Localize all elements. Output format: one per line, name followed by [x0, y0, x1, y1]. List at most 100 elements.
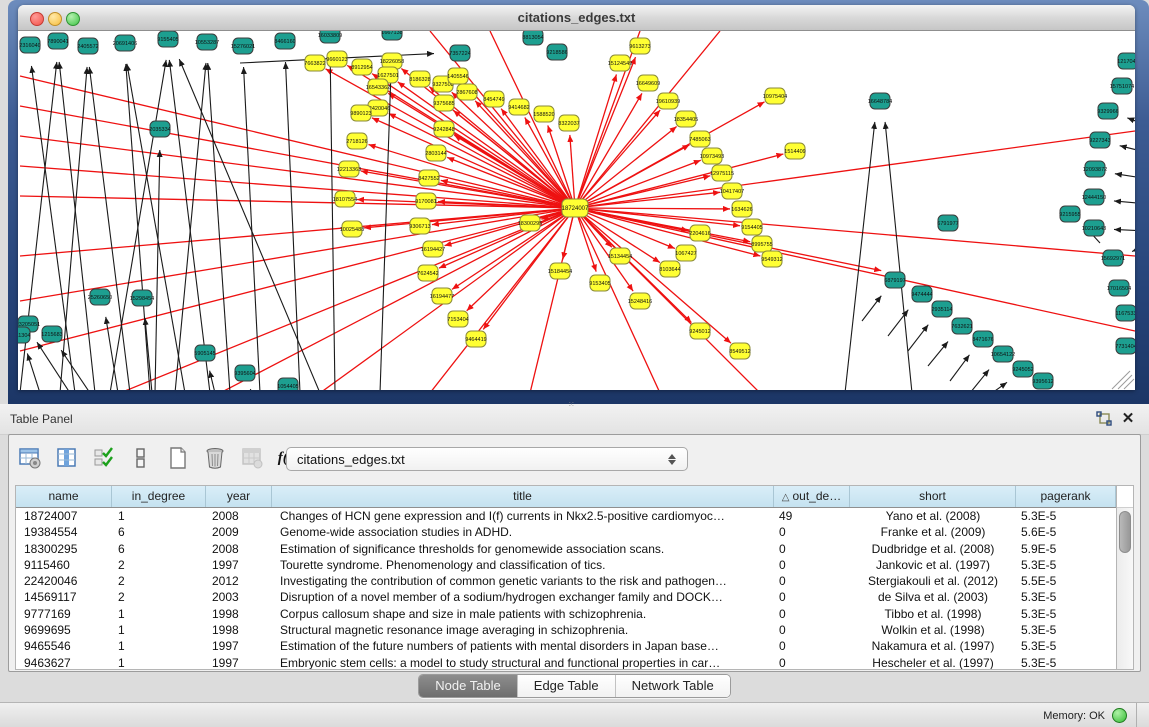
graph-node[interactable]: 25260650 — [88, 289, 112, 305]
citation-edge-red[interactable] — [575, 93, 642, 208]
graph-node[interactable]: 9218586 — [546, 44, 567, 60]
panel-resize-handle[interactable]: ⁙ — [568, 402, 582, 407]
graph-node[interactable]: 12444150 — [1082, 189, 1106, 205]
cell-short[interactable]: Stergiakouli et al. (2012) — [850, 573, 1016, 589]
graph-node[interactable]: 18724007 — [562, 199, 589, 217]
graph-node[interactable]: 9549312 — [761, 251, 782, 267]
citation-edge-black[interactable] — [950, 355, 969, 381]
citation-edge-black[interactable] — [1115, 174, 1135, 179]
graph-node[interactable]: 15124549 — [608, 55, 632, 71]
table-row[interactable]: 946554611997Estimation of the future num… — [16, 638, 1116, 654]
cell-out_de[interactable]: 0 — [774, 606, 850, 622]
citation-edge-black[interactable] — [928, 342, 948, 366]
citation-edge-red[interactable] — [389, 113, 575, 208]
citation-edge-black[interactable] — [210, 371, 215, 390]
table-row[interactable]: 946362711997Embryonic stem cells: a mode… — [16, 655, 1116, 669]
tab-edge-table[interactable]: Edge Table — [518, 675, 616, 697]
graph-node[interactable]: 9306713 — [409, 218, 430, 234]
delete-column-icon[interactable] — [202, 445, 228, 471]
graph-node[interactable]: 18354405 — [674, 111, 698, 127]
cell-year[interactable]: 1998 — [206, 622, 272, 638]
citation-edge-red[interactable] — [575, 31, 720, 208]
graph-node[interactable]: 15751074 — [1110, 78, 1134, 94]
graph-node[interactable]: 10654122 — [991, 346, 1015, 362]
table-selector-dropdown[interactable]: citations_edges.txt — [286, 447, 688, 471]
cell-in_degree[interactable]: 2 — [112, 589, 206, 605]
citation-edge-black[interactable] — [1132, 244, 1135, 252]
graph-node[interactable]: 1217044 — [1117, 53, 1135, 69]
citation-edge-red[interactable] — [220, 208, 575, 390]
table-row[interactable]: 977716911998Corpus callosum shape and si… — [16, 606, 1116, 622]
delete-table-icon[interactable] — [239, 445, 265, 471]
graph-node[interactable]: 8322037 — [558, 115, 579, 131]
cell-out_de[interactable]: 0 — [774, 573, 850, 589]
cell-short[interactable]: Yano et al. (2008) — [850, 508, 1016, 524]
graph-node[interactable]: 16543362 — [366, 79, 390, 95]
graph-node[interactable]: 1215683 — [41, 326, 62, 342]
graph-node[interactable]: 8466160 — [274, 33, 295, 49]
citation-edge-black[interactable] — [970, 370, 989, 390]
graph-node[interactable]: 16033809 — [318, 31, 342, 43]
cell-in_degree[interactable]: 1 — [112, 606, 206, 622]
graph-node[interactable]: 9153405 — [589, 275, 610, 291]
citation-edge-black[interactable] — [330, 56, 335, 390]
citation-edge-black[interactable] — [862, 296, 881, 321]
cell-out_de[interactable]: 0 — [774, 589, 850, 605]
tab-node-table[interactable]: Node Table — [419, 675, 518, 697]
graph-node[interactable]: 15298454 — [130, 290, 154, 306]
cell-pagerank[interactable]: 5.3E-5 — [1016, 508, 1116, 524]
cell-out_de[interactable]: 0 — [774, 622, 850, 638]
cell-out_de[interactable]: 0 — [774, 638, 850, 654]
graph-node[interactable]: 7153404 — [447, 311, 468, 327]
graph-node[interactable]: 7632621 — [951, 318, 972, 334]
column-header-out_de[interactable]: △out_de… — [774, 486, 850, 507]
graph-node[interactable]: 9395612 — [1032, 373, 1053, 389]
graph-node[interactable]: 12975115 — [710, 165, 734, 181]
citation-edge-red[interactable] — [575, 110, 660, 208]
graph-node[interactable]: 7890041 — [47, 33, 68, 49]
cell-pagerank[interactable]: 5.3E-5 — [1016, 622, 1116, 638]
graph-node[interactable]: 2935114 — [931, 301, 952, 317]
graph-node[interactable]: 9464419 — [465, 331, 486, 347]
graph-node[interactable]: 9154405 — [741, 219, 762, 235]
graph-node[interactable]: 8186328 — [409, 71, 430, 87]
cell-name[interactable]: 18300295 — [16, 541, 112, 557]
graph-node[interactable]: 20691406 — [113, 35, 137, 51]
graph-node[interactable]: 1054405 — [277, 378, 298, 390]
citation-edge-black[interactable] — [110, 60, 166, 390]
graph-node[interactable]: 8454749 — [483, 91, 504, 107]
cell-year[interactable]: 2009 — [206, 524, 272, 540]
citation-edge-red[interactable] — [575, 208, 730, 209]
cell-title[interactable]: Corpus callosum shape and size in male p… — [272, 606, 774, 622]
cell-title[interactable]: Investigating the contribution of common… — [272, 573, 774, 589]
graph-node[interactable]: 10973493 — [700, 148, 724, 164]
citation-edge-red[interactable] — [575, 208, 1135, 256]
graph-node[interactable]: 10975404 — [763, 88, 787, 104]
graph-node[interactable]: 18107554 — [333, 191, 357, 207]
cell-short[interactable]: Dudbridge et al. (2008) — [850, 541, 1016, 557]
tab-network-table[interactable]: Network Table — [616, 675, 730, 697]
cell-title[interactable]: Embryonic stem cells: a model to study s… — [272, 655, 774, 669]
graph-node[interactable]: 1405546 — [447, 68, 468, 84]
cell-short[interactable]: Tibbo et al. (1998) — [850, 606, 1016, 622]
graph-node[interactable]: 3911304 — [18, 327, 31, 343]
graph-node[interactable]: 2803144 — [425, 145, 446, 161]
cell-pagerank[interactable]: 5.3E-5 — [1016, 638, 1116, 654]
cell-out_de[interactable]: 0 — [774, 541, 850, 557]
graph-node[interactable]: 9395604 — [234, 365, 255, 381]
graph-node[interactable]: 9890123 — [350, 105, 371, 121]
cell-in_degree[interactable]: 2 — [112, 573, 206, 589]
cell-year[interactable]: 2012 — [206, 573, 272, 589]
cell-short[interactable]: Wolkin et al. (1998) — [850, 622, 1016, 638]
network-graph[interactable]: 7663822966012389129541822605816275018186… — [18, 31, 1135, 390]
row-height-icon[interactable] — [128, 445, 154, 471]
graph-node[interactable]: 8813054 — [522, 31, 543, 45]
scrollbar-track[interactable] — [1117, 508, 1133, 669]
cell-name[interactable]: 19384554 — [16, 524, 112, 540]
citation-edge-black[interactable] — [1114, 201, 1135, 204]
graph-node[interactable]: 2867608 — [456, 84, 477, 100]
graph-node[interactable]: 18300295 — [518, 215, 542, 231]
graph-node[interactable]: 16194427 — [421, 241, 445, 257]
cell-title[interactable]: Estimation of significance thresholds fo… — [272, 541, 774, 557]
cell-out_de[interactable]: 0 — [774, 557, 850, 573]
